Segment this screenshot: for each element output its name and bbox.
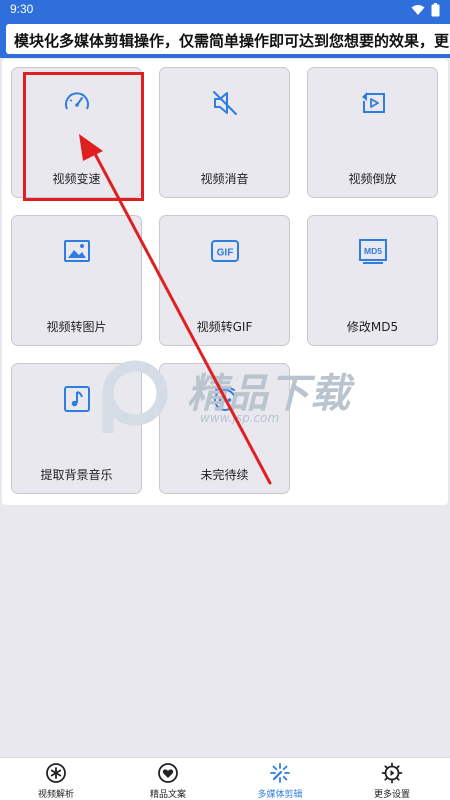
tile-video-to-gif[interactable]: GIF 视频转GIF: [159, 215, 290, 346]
asterisk-circle-icon: [46, 763, 66, 783]
bottom-nav: 视频解析 精品文案 多媒体剪辑 更多设置: [0, 757, 450, 800]
md5-icon-text: MD5: [364, 246, 382, 256]
tile-label: 视频转图片: [46, 320, 107, 334]
banner: 模块化多媒体剪辑操作，仅需简单操作即可达到您想要的效果，更: [0, 20, 450, 58]
nav-item-more-settings[interactable]: 更多设置: [336, 758, 448, 800]
wifi-icon: [411, 5, 425, 15]
banner-box: 模块化多媒体剪辑操作，仅需简单操作即可达到您想要的效果，更: [6, 24, 450, 54]
tile-label: 提取背景音乐: [40, 468, 113, 482]
annotation-box: [23, 72, 144, 201]
more-icon: [213, 387, 236, 411]
nav-item-multimedia-edit[interactable]: 多媒体剪辑: [224, 758, 336, 800]
tile-to-be-continued[interactable]: 未完待续: [159, 363, 290, 494]
status-bar: 9:30: [0, 0, 450, 20]
tile-extract-music[interactable]: 提取背景音乐: [11, 363, 142, 494]
nav-item-video-parse[interactable]: 视频解析: [0, 758, 112, 800]
nav-label: 精品文案: [149, 790, 186, 800]
md5-icon: MD5: [358, 239, 387, 264]
tile-label: 未完待续: [200, 468, 249, 482]
reverse-play-icon: [361, 92, 385, 113]
gif-icon-text: GIF: [216, 248, 233, 259]
tile-label: 视频倒放: [348, 172, 397, 186]
tile-modify-md5[interactable]: MD5 修改MD5: [307, 215, 438, 346]
tile-label: 视频消音: [200, 172, 249, 186]
tile-label: 视频转GIF: [196, 320, 253, 334]
status-icons: [411, 3, 440, 17]
tile-video-to-image[interactable]: 视频转图片: [11, 215, 142, 346]
banner-text: 模块化多媒体剪辑操作，仅需简单操作即可达到您想要的效果，更: [14, 32, 450, 50]
tile-video-reverse[interactable]: 视频倒放: [307, 67, 438, 198]
nav-item-copywriting[interactable]: 精品文案: [112, 758, 224, 800]
nav-label: 视频解析: [37, 790, 74, 800]
music-note-icon: [63, 386, 90, 412]
mute-icon: [212, 91, 237, 115]
image-icon: [63, 240, 90, 262]
battery-icon: [431, 3, 440, 17]
sparkle-icon: [270, 763, 290, 783]
gif-icon: GIF: [210, 240, 239, 262]
status-time: 9:30: [10, 2, 34, 16]
heart-circle-icon: [158, 763, 178, 783]
nav-label: 更多设置: [373, 790, 410, 800]
tile-label: 修改MD5: [346, 320, 399, 334]
settings-gear-icon: [381, 762, 403, 784]
nav-label: 多媒体剪辑: [257, 790, 303, 800]
tile-video-mute[interactable]: 视频消音: [159, 67, 290, 198]
